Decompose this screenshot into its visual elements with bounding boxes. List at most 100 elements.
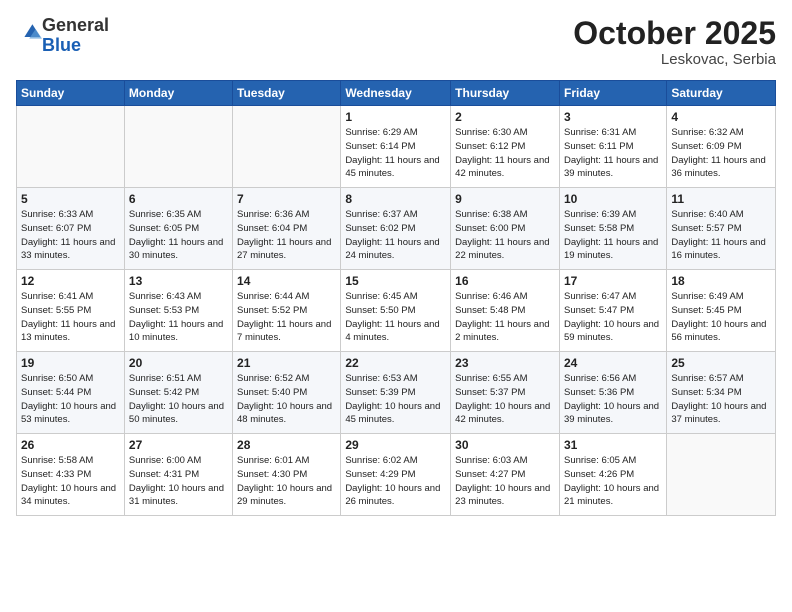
logo-blue: Blue	[42, 35, 81, 55]
day-number: 24	[564, 356, 662, 370]
page: General Blue October 2025 Leskovac, Serb…	[0, 0, 792, 612]
calendar-cell: 30 Sunrise: 6:03 AM Sunset: 4:27 PM Dayli…	[451, 434, 560, 516]
day-info: Sunrise: 6:30 AM Sunset: 6:12 PM Dayligh…	[455, 126, 555, 181]
weekday-header: Saturday	[667, 81, 776, 106]
day-info: Sunrise: 6:02 AM Sunset: 4:29 PM Dayligh…	[345, 454, 446, 509]
day-number: 5	[21, 192, 120, 206]
weekday-header: Friday	[559, 81, 666, 106]
calendar-cell: 21 Sunrise: 6:52 AM Sunset: 5:40 PM Dayli…	[233, 352, 341, 434]
day-number: 14	[237, 274, 336, 288]
day-number: 26	[21, 438, 120, 452]
calendar-cell: 1 Sunrise: 6:29 AM Sunset: 6:14 PM Daylig…	[341, 106, 451, 188]
calendar-cell: 18 Sunrise: 6:49 AM Sunset: 5:45 PM Dayli…	[667, 270, 776, 352]
calendar-cell: 27 Sunrise: 6:00 AM Sunset: 4:31 PM Dayli…	[124, 434, 232, 516]
day-number: 16	[455, 274, 555, 288]
day-info: Sunrise: 5:58 AM Sunset: 4:33 PM Dayligh…	[21, 454, 120, 509]
day-number: 20	[129, 356, 228, 370]
calendar-cell: 31 Sunrise: 6:05 AM Sunset: 4:26 PM Dayli…	[559, 434, 666, 516]
day-info: Sunrise: 6:40 AM Sunset: 5:57 PM Dayligh…	[671, 208, 771, 263]
calendar-cell: 12 Sunrise: 6:41 AM Sunset: 5:55 PM Dayli…	[17, 270, 125, 352]
day-number: 17	[564, 274, 662, 288]
calendar-cell	[233, 106, 341, 188]
calendar-cell: 17 Sunrise: 6:47 AM Sunset: 5:47 PM Dayli…	[559, 270, 666, 352]
day-info: Sunrise: 6:43 AM Sunset: 5:53 PM Dayligh…	[129, 290, 228, 345]
day-info: Sunrise: 6:31 AM Sunset: 6:11 PM Dayligh…	[564, 126, 662, 181]
day-number: 21	[237, 356, 336, 370]
calendar-cell: 11 Sunrise: 6:40 AM Sunset: 5:57 PM Dayli…	[667, 188, 776, 270]
day-number: 19	[21, 356, 120, 370]
day-info: Sunrise: 6:39 AM Sunset: 5:58 PM Dayligh…	[564, 208, 662, 263]
day-info: Sunrise: 6:52 AM Sunset: 5:40 PM Dayligh…	[237, 372, 336, 427]
day-number: 10	[564, 192, 662, 206]
calendar-cell: 16 Sunrise: 6:46 AM Sunset: 5:48 PM Dayli…	[451, 270, 560, 352]
day-info: Sunrise: 6:49 AM Sunset: 5:45 PM Dayligh…	[671, 290, 771, 345]
day-number: 12	[21, 274, 120, 288]
calendar-cell: 26 Sunrise: 5:58 AM Sunset: 4:33 PM Dayli…	[17, 434, 125, 516]
day-info: Sunrise: 6:36 AM Sunset: 6:04 PM Dayligh…	[237, 208, 336, 263]
weekday-header: Monday	[124, 81, 232, 106]
day-number: 18	[671, 274, 771, 288]
day-number: 28	[237, 438, 336, 452]
day-info: Sunrise: 6:51 AM Sunset: 5:42 PM Dayligh…	[129, 372, 228, 427]
day-info: Sunrise: 6:47 AM Sunset: 5:47 PM Dayligh…	[564, 290, 662, 345]
day-number: 31	[564, 438, 662, 452]
day-number: 23	[455, 356, 555, 370]
day-number: 22	[345, 356, 446, 370]
day-info: Sunrise: 6:44 AM Sunset: 5:52 PM Dayligh…	[237, 290, 336, 345]
calendar-cell: 6 Sunrise: 6:35 AM Sunset: 6:05 PM Daylig…	[124, 188, 232, 270]
logo-icon	[18, 21, 42, 45]
day-number: 29	[345, 438, 446, 452]
day-number: 27	[129, 438, 228, 452]
calendar-cell: 19Sunrise: 6:50 AM Sunset: 5:44 PM Dayli…	[17, 352, 125, 434]
day-info: Sunrise: 6:56 AM Sunset: 5:36 PM Dayligh…	[564, 372, 662, 427]
day-info: Sunrise: 6:05 AM Sunset: 4:26 PM Dayligh…	[564, 454, 662, 509]
calendar-cell: 9Sunrise: 6:38 AM Sunset: 6:00 PM Daylig…	[451, 188, 560, 270]
weekday-header: Sunday	[17, 81, 125, 106]
day-number: 8	[345, 192, 446, 206]
logo-general: General	[42, 15, 109, 35]
day-number: 13	[129, 274, 228, 288]
day-number: 1	[345, 110, 446, 124]
day-number: 25	[671, 356, 771, 370]
calendar-cell: 2 Sunrise: 6:30 AM Sunset: 6:12 PM Daylig…	[451, 106, 560, 188]
calendar-cell: 24 Sunrise: 6:56 AM Sunset: 5:36 PM Dayli…	[559, 352, 666, 434]
day-info: Sunrise: 6:33 AM Sunset: 6:07 PM Dayligh…	[21, 208, 120, 263]
logo: General Blue	[16, 16, 109, 56]
day-info: Sunrise: 6:41 AM Sunset: 5:55 PM Dayligh…	[21, 290, 120, 345]
calendar-cell: 23 Sunrise: 6:55 AM Sunset: 5:37 PM Dayli…	[451, 352, 560, 434]
day-info: Sunrise: 6:29 AM Sunset: 6:14 PM Dayligh…	[345, 126, 446, 181]
logo-text: General Blue	[42, 16, 109, 56]
day-number: 6	[129, 192, 228, 206]
calendar-cell	[17, 106, 125, 188]
day-info: Sunrise: 6:55 AM Sunset: 5:37 PM Dayligh…	[455, 372, 555, 427]
day-number: 11	[671, 192, 771, 206]
day-info: Sunrise: 6:35 AM Sunset: 6:05 PM Dayligh…	[129, 208, 228, 263]
month-title: October 2025	[573, 16, 776, 51]
day-number: 9	[455, 192, 555, 206]
calendar-cell: 15Sunrise: 6:45 AM Sunset: 5:50 PM Dayli…	[341, 270, 451, 352]
calendar-cell: 13 Sunrise: 6:43 AM Sunset: 5:53 PM Dayli…	[124, 270, 232, 352]
calendar-week-row: 12 Sunrise: 6:41 AM Sunset: 5:55 PM Dayli…	[17, 270, 776, 352]
calendar-week-row: 26 Sunrise: 5:58 AM Sunset: 4:33 PM Dayli…	[17, 434, 776, 516]
calendar-cell: 10 Sunrise: 6:39 AM Sunset: 5:58 PM Dayli…	[559, 188, 666, 270]
weekday-header: Tuesday	[233, 81, 341, 106]
calendar-cell: 25Sunrise: 6:57 AM Sunset: 5:34 PM Dayli…	[667, 352, 776, 434]
calendar-cell: 28Sunrise: 6:01 AM Sunset: 4:30 PM Dayli…	[233, 434, 341, 516]
day-info: Sunrise: 6:32 AM Sunset: 6:09 PM Dayligh…	[671, 126, 771, 181]
day-info: Sunrise: 6:53 AM Sunset: 5:39 PM Dayligh…	[345, 372, 446, 427]
weekday-header-row: SundayMondayTuesdayWednesdayThursdayFrid…	[17, 81, 776, 106]
location: Leskovac, Serbia	[573, 51, 776, 68]
day-number: 30	[455, 438, 555, 452]
calendar-cell: 29 Sunrise: 6:02 AM Sunset: 4:29 PM Dayli…	[341, 434, 451, 516]
day-number: 15	[345, 274, 446, 288]
day-number: 7	[237, 192, 336, 206]
header: General Blue October 2025 Leskovac, Serb…	[16, 16, 776, 68]
day-info: Sunrise: 6:03 AM Sunset: 4:27 PM Dayligh…	[455, 454, 555, 509]
weekday-header: Thursday	[451, 81, 560, 106]
day-info: Sunrise: 6:00 AM Sunset: 4:31 PM Dayligh…	[129, 454, 228, 509]
calendar-cell	[667, 434, 776, 516]
day-info: Sunrise: 6:46 AM Sunset: 5:48 PM Dayligh…	[455, 290, 555, 345]
calendar-cell	[124, 106, 232, 188]
day-number: 2	[455, 110, 555, 124]
day-info: Sunrise: 6:37 AM Sunset: 6:02 PM Dayligh…	[345, 208, 446, 263]
